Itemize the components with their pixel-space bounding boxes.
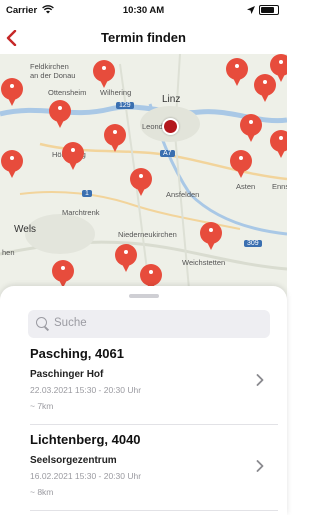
map-pin[interactable] <box>226 58 248 88</box>
list-item-venue: Paschinger Hof <box>30 369 104 380</box>
road-sign-1: 1 <box>82 190 92 197</box>
map-label-linz: Linz <box>162 94 181 105</box>
list-item-distance: ~ 8km <box>30 487 54 497</box>
list-item-location: Lichtenberg, 4040 <box>30 432 141 447</box>
search-icon <box>36 317 47 328</box>
map-pin[interactable] <box>130 168 152 198</box>
map-pin[interactable] <box>200 222 222 252</box>
map-pin[interactable] <box>1 78 23 108</box>
list-divider <box>30 424 278 425</box>
location-arrow-icon <box>247 6 255 14</box>
map-label-an-der-donau: an der Donau <box>30 71 76 80</box>
map-pin[interactable] <box>230 150 252 180</box>
map-pin[interactable] <box>1 150 23 180</box>
navigation-bar: Termin finden <box>0 22 287 54</box>
list-item-location: Pasching, 4061 <box>30 346 124 361</box>
map-label-feldkirchen: Feldkirchen <box>30 62 69 71</box>
list-item-datetime: 16.02.2021 15:30 - 20:30 Uhr <box>30 471 142 481</box>
chevron-right-icon <box>256 460 264 472</box>
current-location-marker <box>162 118 179 135</box>
map-label-ansfelden: Ansfelden <box>166 190 200 199</box>
map-label-ottensheim: Ottensheim <box>48 88 87 97</box>
status-time: 10:30 AM <box>122 5 165 16</box>
list-item[interactable]: Lichtenberg, 4040 Seelsorgezentrum 16.02… <box>30 432 270 497</box>
map-pin[interactable] <box>240 114 262 144</box>
status-bar: Carrier 10:30 AM <box>0 0 287 22</box>
search-input[interactable]: Suche <box>28 310 270 338</box>
list-item-venue: Seelsorgezentrum <box>30 455 117 466</box>
road-sign-a7: A7 <box>160 150 175 157</box>
map-pin[interactable] <box>49 100 71 130</box>
map-pin[interactable] <box>115 244 137 274</box>
list-item-distance: ~ 7km <box>30 401 54 411</box>
map-label-enns: Enns <box>272 182 287 191</box>
map-pin[interactable] <box>62 142 84 172</box>
search-placeholder: Suche <box>54 317 87 329</box>
map-label-asten: Asten <box>236 182 256 191</box>
map-label-niederneukirchen: Niederneukirchen <box>118 230 177 239</box>
map-label-marchtrenk: Marchtrenk <box>62 208 100 217</box>
list-item-datetime: 22.03.2021 15:30 - 20:30 Uhr <box>30 385 142 395</box>
map-pin[interactable] <box>104 124 126 154</box>
road-sign-309: 309 <box>244 240 262 247</box>
list-item[interactable]: Pasching, 4061 Paschinger Hof 22.03.2021… <box>30 346 270 411</box>
map-pin[interactable] <box>270 54 287 84</box>
battery-icon <box>259 5 279 15</box>
page-title: Termin finden <box>101 30 186 45</box>
results-sheet[interactable]: Suche Pasching, 4061 Paschinger Hof 22.0… <box>0 286 287 515</box>
map-pin[interactable] <box>93 60 115 90</box>
map-label-hen: hen <box>2 248 15 257</box>
chevron-right-icon <box>256 374 264 386</box>
list-divider <box>30 510 278 511</box>
sheet-grabber-handle[interactable] <box>129 294 159 298</box>
map-label-weichstetten: Weichstetten <box>182 258 226 267</box>
map-pin[interactable] <box>270 130 287 160</box>
road-sign-129: 129 <box>116 102 134 109</box>
map-label-wels: Wels <box>14 224 37 235</box>
map-view[interactable]: Feldkirchen an der Donau Ottensheim Wilh… <box>0 54 287 300</box>
